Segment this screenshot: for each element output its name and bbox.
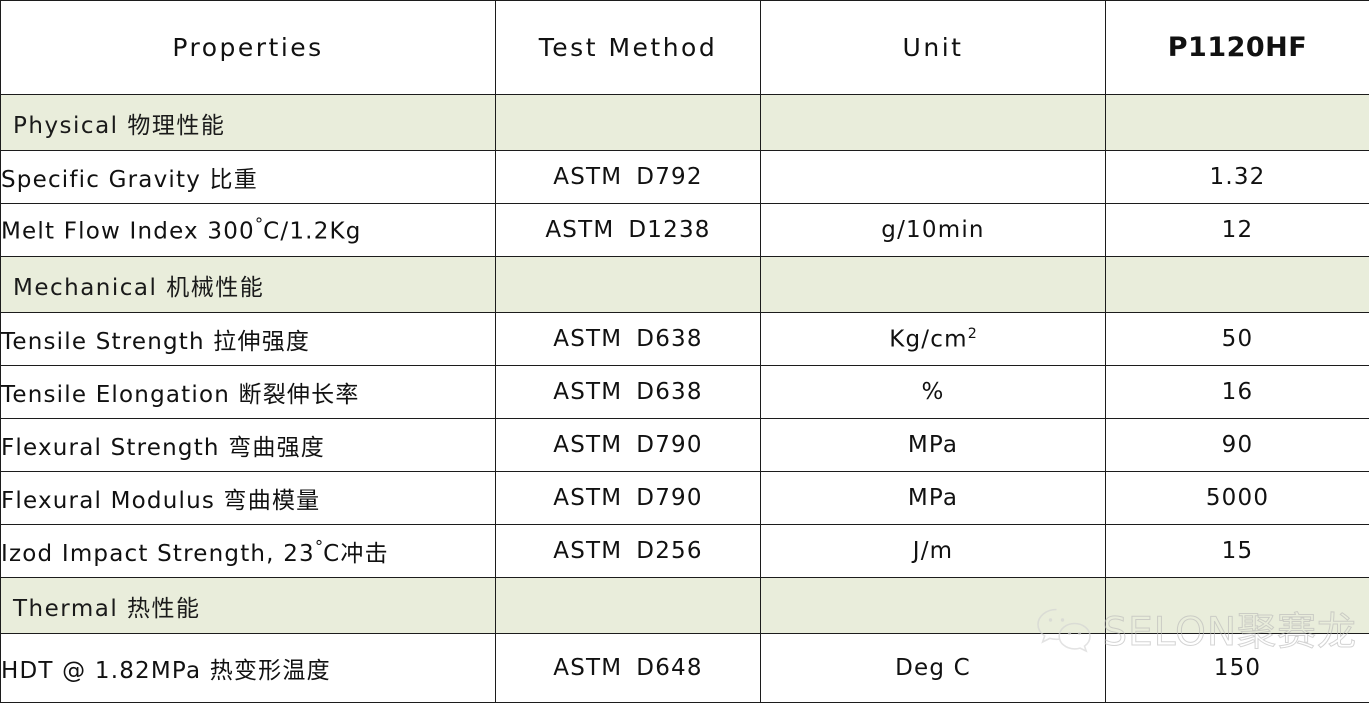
property-name: Izod Impact Strength, 23°C冲击 [1, 525, 496, 578]
test-method: ASTM D1238 [496, 204, 761, 257]
grade-value: 1.32 [1106, 151, 1369, 204]
material-properties-table: Properties Test Method Unit P1120HF Phys… [0, 0, 1369, 703]
unit-value: Deg C [761, 634, 1106, 703]
unit-text: MPa [908, 485, 958, 511]
test-method: ASTM D256 [496, 525, 761, 578]
test-method-code: D792 [636, 164, 702, 190]
test-method-agency: ASTM [553, 164, 622, 190]
unit-value [761, 257, 1106, 313]
table-row: Flexural Strength 弯曲强度 ASTM D790 MPa 90 [1, 419, 1369, 472]
test-method-code: D648 [636, 655, 702, 681]
table-row: Izod Impact Strength, 23°C冲击 ASTM D256 J/m 1… [1, 525, 1369, 578]
unit-value [761, 578, 1106, 634]
test-method-agency: ASTM [553, 485, 622, 511]
test-method-code: D790 [636, 432, 702, 458]
grade-value: 150 [1106, 634, 1369, 703]
unit-text: J/m [913, 538, 954, 564]
property-name-tail: C/1.2Kg [263, 219, 361, 245]
unit-value: MPa [761, 419, 1106, 472]
test-method-agency: ASTM [553, 432, 622, 458]
unit-superscript: 2 [968, 326, 977, 342]
unit-text: Kg/cm [889, 326, 967, 352]
grade-value: 12 [1106, 204, 1369, 257]
property-name: Melt Flow Index 300°C/1.2Kg [1, 204, 496, 257]
test-method: ASTM D790 [496, 419, 761, 472]
column-header-properties: Properties [1, 1, 496, 95]
test-method: ASTM D790 [496, 472, 761, 525]
unit-text: % [921, 379, 944, 405]
unit-value: g/10min [761, 204, 1106, 257]
unit-value [761, 95, 1106, 151]
test-method [496, 257, 761, 313]
unit-value: J/m [761, 525, 1106, 578]
table-section-row: Mechanical 机械性能 [1, 257, 1369, 313]
table-header-row: Properties Test Method Unit P1120HF [1, 1, 1369, 95]
grade-value: 15 [1106, 525, 1369, 578]
grade-value: 5000 [1106, 472, 1369, 525]
datasheet-page: Properties Test Method Unit P1120HF Phys… [0, 0, 1369, 685]
unit-value: % [761, 366, 1106, 419]
table-header: Properties Test Method Unit P1120HF [1, 1, 1369, 95]
test-method-agency: ASTM [553, 655, 622, 681]
property-name: Tensile Strength 拉伸强度 [1, 313, 496, 366]
unit-text: Deg C [895, 655, 971, 681]
column-header-grade: P1120HF [1106, 1, 1369, 95]
test-method: ASTM D648 [496, 634, 761, 703]
grade-value: 90 [1106, 419, 1369, 472]
test-method-agency: ASTM [553, 538, 622, 564]
test-method: ASTM D638 [496, 313, 761, 366]
section-label: Thermal 热性能 [1, 578, 496, 634]
grade-value: 50 [1106, 313, 1369, 366]
test-method [496, 95, 761, 151]
test-method-agency: ASTM [553, 379, 622, 405]
test-method-agency: ASTM [553, 326, 622, 352]
column-header-test-method: Test Method [496, 1, 761, 95]
table-section-row: Thermal 热性能 [1, 578, 1369, 634]
section-label: Mechanical 机械性能 [1, 257, 496, 313]
table-row: Flexural Modulus 弯曲模量 ASTM D790 MPa 5000 [1, 472, 1369, 525]
unit-text: MPa [908, 432, 958, 458]
property-name-tail: C冲击 [323, 541, 389, 567]
test-method [496, 578, 761, 634]
property-name: HDT @ 1.82MPa 热变形温度 [1, 634, 496, 703]
test-method-code: D256 [636, 538, 702, 564]
grade-value: 16 [1106, 366, 1369, 419]
test-method: ASTM D638 [496, 366, 761, 419]
table-body: Physical 物理性能Specific Gravity 比重 ASTM D792… [1, 95, 1369, 703]
degree-symbol: ° [315, 537, 323, 556]
degree-symbol: ° [255, 215, 263, 234]
table-section-row: Physical 物理性能 [1, 95, 1369, 151]
test-method-code: D790 [636, 485, 702, 511]
table-row: Specific Gravity 比重 ASTM D792 1.32 [1, 151, 1369, 204]
test-method-agency: ASTM [545, 217, 614, 243]
test-method-code: D1238 [628, 217, 710, 243]
test-method-code: D638 [636, 326, 702, 352]
table-row: Tensile Strength 拉伸强度ASTMD638Kg/cm250 [1, 313, 1369, 366]
property-name: Tensile Elongation 断裂伸长率 [1, 366, 496, 419]
unit-text: g/10min [881, 217, 984, 243]
table-row: Tensile Elongation 断裂伸长率 ASTM D638% 16 [1, 366, 1369, 419]
property-name: Specific Gravity 比重 [1, 151, 496, 204]
grade-value [1106, 95, 1369, 151]
section-label: Physical 物理性能 [1, 95, 496, 151]
grade-value [1106, 578, 1369, 634]
grade-value [1106, 257, 1369, 313]
test-method: ASTM D792 [496, 151, 761, 204]
unit-value [761, 151, 1106, 204]
unit-value: Kg/cm2 [761, 313, 1106, 366]
table-row: Melt Flow Index 300°C/1.2Kg ASTM D1238 g/10… [1, 204, 1369, 257]
column-header-unit: Unit [761, 1, 1106, 95]
property-name: Flexural Strength 弯曲强度 [1, 419, 496, 472]
property-name: Flexural Modulus 弯曲模量 [1, 472, 496, 525]
test-method-code: D638 [636, 379, 702, 405]
unit-value: MPa [761, 472, 1106, 525]
table-row: HDT @ 1.82MPa 热变形温度 ASTM D648 Deg C 150 [1, 634, 1369, 703]
